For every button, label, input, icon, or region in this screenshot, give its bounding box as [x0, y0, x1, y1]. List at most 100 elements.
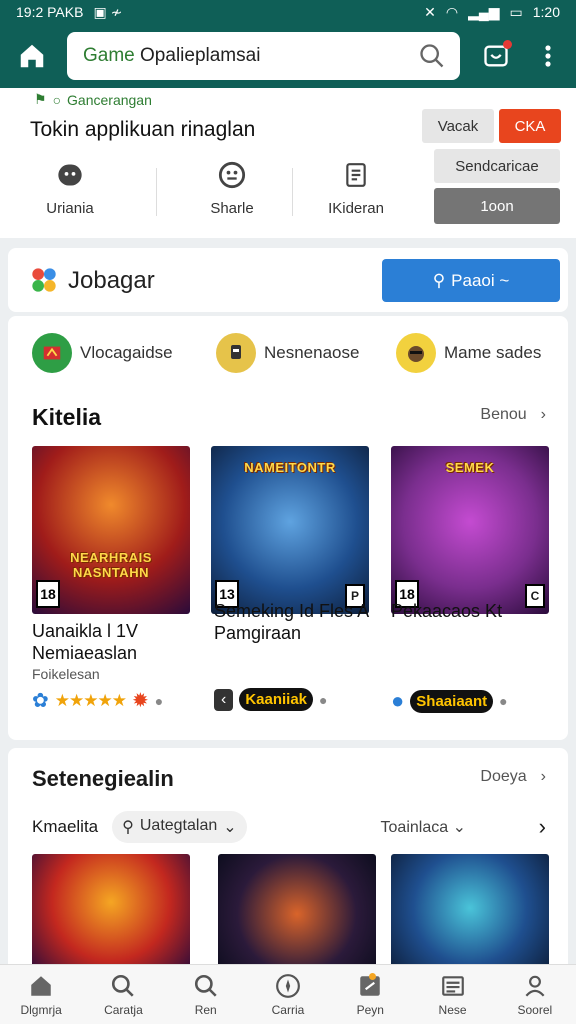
more-vert-icon — [545, 45, 551, 67]
search-input[interactable]: Game Opalieplamsai — [67, 32, 460, 80]
search-icon[interactable] — [418, 42, 446, 70]
nav-item-peyn[interactable]: Peyn — [329, 965, 411, 1024]
chevron-down-icon: ⌄ — [223, 819, 237, 836]
game-title[interactable]: Pekaacaos Kt — [391, 600, 551, 622]
breadcrumb-label: Gancerangan — [67, 91, 152, 108]
bottom-navigation: Dlgmrja Caratja Ren Carria Peyn Nese Soo… — [0, 964, 576, 1024]
puzzle-icon — [32, 268, 56, 292]
section-more-label: Benou — [480, 406, 527, 423]
status-bar: 19:2 PAKB ▣ ≁ ✕ ◠ ▂▄▆ ▭ 1:20 — [0, 0, 576, 24]
status-clock: 1:20 — [532, 4, 560, 20]
game-logo: SEMEK — [445, 460, 495, 475]
chip-vacak[interactable]: Vacak — [422, 109, 494, 143]
news-icon — [441, 975, 464, 996]
featured-card: Vlocagaidse Nesnenaose Mame sades Kiteli… — [8, 316, 568, 740]
nav-item-nese[interactable]: Nese — [411, 965, 493, 1024]
notification-icon: ▣ ≁ — [93, 3, 123, 20]
chevron-right-icon: › — [540, 768, 546, 785]
nav-label: Dlgmrja — [20, 1002, 62, 1017]
divider — [292, 168, 293, 216]
section-more-link[interactable]: Doeya › — [480, 768, 546, 786]
nav-item-soorel[interactable]: Soorel — [494, 965, 576, 1024]
game-subtitle: Foikelesan — [32, 666, 100, 682]
burst-icon: ✹ — [131, 690, 149, 712]
location-pin-icon: ● — [319, 691, 328, 708]
jobagar-title: Jobagar — [68, 267, 155, 294]
nav-item-carria[interactable]: Carria — [247, 965, 329, 1024]
brand-row: ‹ Kaaniiak ● — [214, 688, 328, 711]
jobagar-card: Jobagar ⚲ Paaoi ~ — [8, 248, 568, 312]
face-icon — [218, 161, 246, 189]
circle-icon: ○ — [52, 91, 62, 108]
location-pin-icon: ● — [154, 692, 164, 709]
nav-item-caratja[interactable]: Caratja — [82, 965, 164, 1024]
paw-icon: ✿ — [32, 690, 49, 712]
key-icon: ⚲ — [122, 819, 134, 836]
filter-pill[interactable]: ⚲ Uategtalan ⌄ — [112, 811, 247, 843]
game-title[interactable]: Semeking Id Fles A Pamgiraan — [214, 600, 374, 644]
category-item[interactable]: Nesnenaose — [216, 333, 359, 373]
more-menu-button[interactable] — [532, 36, 564, 76]
home-button[interactable] — [0, 24, 64, 88]
nav-label: Caratja — [104, 1002, 143, 1017]
document-icon — [346, 163, 366, 187]
game-cover[interactable] — [218, 854, 376, 974]
chip-sendcaricae[interactable]: Sendcaricae — [434, 149, 560, 183]
game-cover[interactable] — [391, 854, 549, 974]
category-label: Vlocagaidse — [80, 343, 173, 362]
category-avatar — [32, 333, 72, 373]
nav-label: Soorel — [517, 1002, 553, 1017]
location-pin-icon: ● — [499, 693, 508, 709]
chevron-right-icon: › — [540, 406, 546, 423]
quick-action-uriania[interactable]: Uriania — [10, 160, 130, 217]
chip-cka[interactable]: CKA — [499, 109, 561, 143]
chevron-right-icon[interactable]: › — [539, 814, 546, 840]
age-rating-badge: 18 — [36, 580, 60, 608]
category-avatar — [216, 333, 256, 373]
game-cover[interactable] — [32, 854, 190, 974]
nav-label: Ren — [194, 1002, 217, 1017]
section-more-link[interactable]: Benou › — [480, 406, 546, 424]
chevron-down-icon: ⌄ — [452, 819, 466, 836]
game-title[interactable]: Uanaikla l 1V Nemiaeaslan — [32, 620, 192, 664]
smile-icon — [58, 164, 82, 186]
status-time: 19:2 PAKB — [16, 4, 84, 20]
category-item[interactable]: Vlocagaidse — [32, 333, 173, 373]
game-cover[interactable]: NAMEITONTR 13 P — [211, 446, 369, 614]
compass-icon — [276, 973, 300, 998]
category-label: Mame sades — [444, 343, 542, 362]
search-placeholder: Game Opalieplamsai — [83, 45, 261, 66]
quick-action-sharle[interactable]: Sharle — [172, 160, 292, 217]
cart-button[interactable] — [476, 36, 516, 76]
filter-label: Kmaelita — [32, 817, 99, 836]
category-label: Nesnenaose — [264, 343, 360, 362]
brand-logo: Kaaniiak — [239, 688, 314, 711]
brand-row: ● Shaaiaant ● — [391, 688, 508, 714]
page-title: Tokin applikuan rinaglan — [30, 118, 256, 141]
game-logo: NAMEITONTR — [244, 460, 336, 475]
nav-label: Peyn — [356, 1002, 384, 1017]
jobagar-button-label: Paaoi ~ — [451, 270, 510, 290]
nav-item-ren[interactable]: Ren — [165, 965, 247, 1024]
jobagar-button[interactable]: ⚲ Paaoi ~ — [382, 259, 560, 302]
brand-logo: Shaaiaant — [410, 689, 494, 713]
search-icon — [112, 974, 135, 997]
nav-item-home[interactable]: Dlgmrja — [0, 965, 82, 1024]
filter-pill-label: Uategtalan — [139, 817, 218, 834]
breadcrumb[interactable]: ⚑ ○ Gancerangan — [34, 91, 152, 108]
rating-row: ✿ ★★★★★ ✹ ● — [32, 688, 163, 713]
sort-dropdown-label: Toainlaca — [380, 819, 449, 836]
top-panel: ⚑ ○ Gancerangan Tokin applikuan rinaglan… — [0, 88, 576, 238]
quick-action-ikideran[interactable]: IKideran — [296, 160, 416, 217]
section-more-label: Doeya — [480, 768, 527, 785]
game-cover[interactable]: SEMEK 18 C — [391, 446, 549, 614]
avatar-icon — [408, 346, 424, 362]
chip-1oon[interactable]: 1oon — [434, 188, 560, 224]
divider — [156, 168, 157, 216]
category-item[interactable]: Mame sades — [396, 333, 541, 373]
sort-dropdown[interactable]: Toainlaca ⌄ — [381, 817, 466, 837]
battery-icon: ▭ — [509, 3, 523, 20]
nav-label: Carria — [271, 1002, 305, 1017]
section-title: Kitelia — [32, 404, 102, 430]
game-cover[interactable]: NEARHRAIS NASNTAHN 18 — [32, 446, 190, 614]
